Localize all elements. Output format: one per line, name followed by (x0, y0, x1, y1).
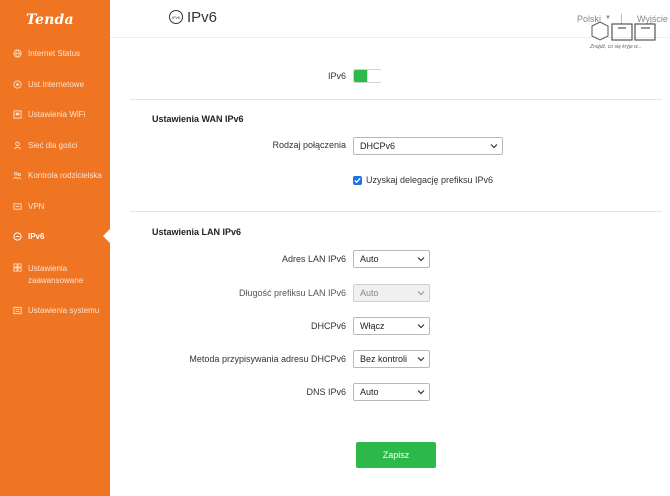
wan-section-title: Ustawienia WAN IPv6 (152, 114, 244, 124)
dns-label: DNS IPv6 (306, 387, 346, 397)
sidebar-item-wifi[interactable]: Ustawienia WiFi (0, 110, 110, 130)
dns-value: Auto (360, 387, 379, 397)
dhcpv6-select[interactable]: Włącz (353, 317, 430, 335)
chevron-down-icon (417, 257, 425, 262)
lan-address-select[interactable]: Auto (353, 250, 430, 268)
sidebar-item-label: Ustawienia zaawansowane (28, 264, 84, 285)
ipv6-icon (13, 232, 22, 241)
connection-type-value: DHCPv6 (360, 141, 396, 151)
top-header: IPv6 IPv6 Polski ▼ Wyjście (110, 0, 670, 38)
assign-method-select[interactable]: Bez kontroli (353, 350, 430, 368)
sidebar-item-label: Sieć dla gości (28, 141, 78, 150)
parental-icon (13, 171, 22, 180)
chevron-down-icon (490, 144, 498, 149)
lan-section-title: Ustawienia LAN IPv6 (152, 227, 242, 237)
ipv6-toggle-label: IPv6 (327, 71, 346, 81)
dhcpv6-label: DHCPv6 (310, 321, 346, 331)
sidebar-item-label: IPv6 (28, 232, 45, 241)
sidebar-item-label: Ust.Internetowe (28, 80, 85, 89)
sidebar-item-internet-settings[interactable]: Ust.Internetowe (0, 80, 110, 100)
connection-type-select[interactable]: DHCPv6 (353, 137, 503, 155)
chevron-down-icon (417, 291, 425, 296)
save-button[interactable]: Zapisz (356, 442, 436, 468)
active-indicator (103, 229, 110, 243)
wifi-icon (13, 110, 22, 119)
sidebar-item-label: Ustawienia WiFi (28, 110, 86, 119)
page-title: IPv6 (187, 9, 218, 26)
system-icon (13, 306, 22, 315)
toggle-knob (368, 70, 381, 82)
prefix-length-value: Auto (360, 288, 379, 298)
tenda-logo: Tenda (26, 12, 74, 28)
assign-method-label: Metoda przypisywania adresu DHCPv6 (189, 354, 346, 364)
checkmark-icon (354, 177, 361, 184)
prefix-delegation-checkbox[interactable] (353, 176, 362, 185)
sidebar-item-guest[interactable]: Sieć dla gości (0, 141, 110, 161)
dns-select[interactable]: Auto (353, 383, 430, 401)
sidebar-item-ipv6[interactable]: IPv6 (0, 232, 110, 252)
globe-icon (13, 49, 22, 58)
dhcpv6-value: Włącz (360, 321, 385, 331)
sidebar-item-label: Ustawienia systemu (28, 306, 100, 315)
sidebar-item-advanced[interactable]: Ustawienia zaawansowane (0, 263, 110, 285)
section-divider (130, 211, 662, 212)
vpn-icon (13, 202, 22, 211)
advanced-icon (13, 263, 22, 272)
section-divider (130, 99, 662, 100)
lan-address-label: Adres LAN IPv6 (281, 254, 346, 264)
main-content: IPv6 Ustawienia WAN IPv6 Rodzaj połączen… (110, 38, 670, 496)
sidebar-item-label: Internet Status (28, 49, 81, 58)
ipv6-toggle[interactable] (353, 69, 381, 83)
sidebar: Tenda Internet Status Ust.Internetowe Us… (0, 0, 110, 496)
sidebar-item-vpn[interactable]: VPN (0, 202, 110, 222)
chevron-down-icon (417, 324, 425, 329)
chevron-down-icon (417, 390, 425, 395)
sidebar-item-label: VPN (28, 202, 45, 211)
prefix-length-select: Auto (353, 284, 430, 302)
prefix-length-label: Długość prefiksu LAN IPv6 (238, 288, 346, 298)
guest-icon (13, 141, 22, 150)
chevron-down-icon: ▼ (605, 15, 611, 21)
globe-settings-icon (13, 80, 22, 89)
ipv6-title-icon: IPv6 (169, 10, 183, 24)
sidebar-item-internet-status[interactable]: Internet Status (0, 49, 110, 69)
sidebar-item-parental[interactable]: Kontrola rodzicielska (0, 171, 110, 191)
sidebar-item-label: Kontrola rodzicielska (28, 171, 102, 180)
sidebar-item-system[interactable]: Ustawienia systemu (0, 306, 110, 326)
connection-type-label: Rodzaj połączenia (272, 140, 346, 150)
lan-address-value: Auto (360, 254, 379, 264)
prefix-delegation-label: Uzyskaj delegację prefiksu IPv6 (366, 175, 494, 185)
assign-method-value: Bez kontroli (360, 354, 408, 364)
chevron-down-icon (417, 357, 425, 362)
toggle-on-segment (354, 70, 367, 82)
